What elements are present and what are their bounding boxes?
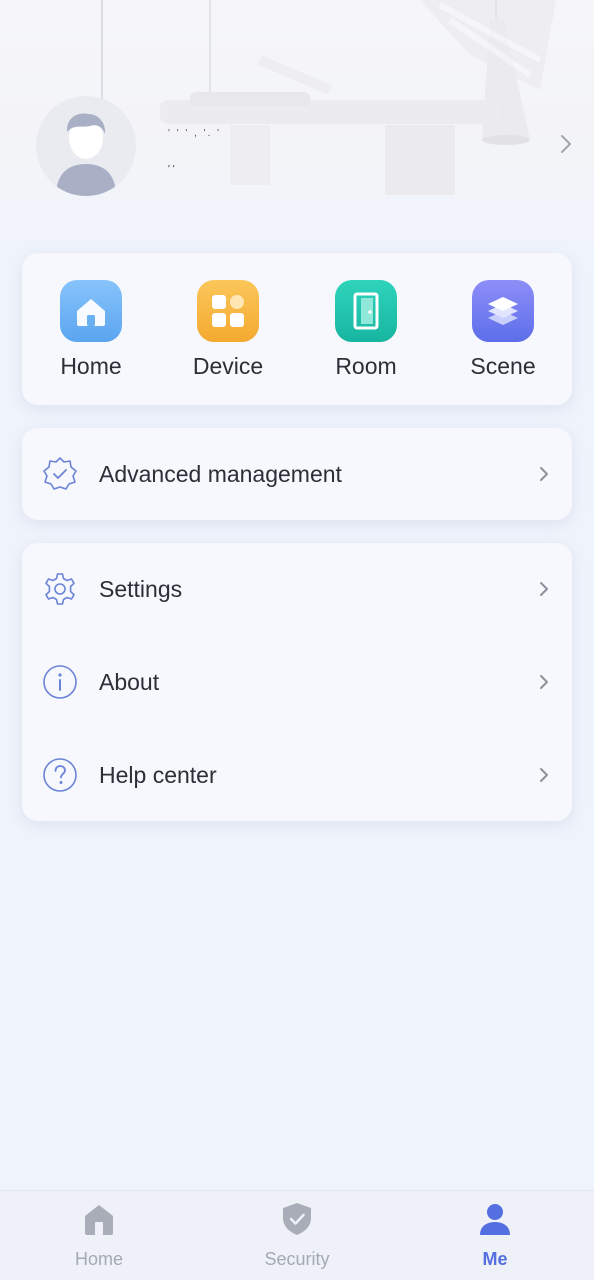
question-icon [43, 758, 77, 792]
verified-badge-icon [43, 457, 77, 490]
tab-label: Me [482, 1249, 508, 1269]
quick-action-room[interactable]: Room [306, 253, 426, 405]
settings-menu-card: Settings About Help center [22, 543, 572, 821]
chevron-right-icon [540, 675, 548, 689]
house-icon [60, 280, 122, 342]
tab-home[interactable]: Home [0, 1191, 198, 1280]
profile-header[interactable]: ' ' ' , '. ' ' ' [0, 90, 594, 200]
quick-action-home[interactable]: Home [31, 253, 151, 405]
layers-icon [472, 280, 534, 342]
door-icon [335, 280, 397, 342]
menu-item-label: About [99, 669, 160, 695]
tab-me[interactable]: Me [396, 1191, 594, 1280]
quick-action-scene[interactable]: Scene [443, 253, 563, 405]
chevron-right-icon [540, 768, 548, 782]
advanced-management-card: Advanced management [22, 428, 572, 520]
tab-label: Home [74, 1249, 123, 1269]
home-tab-icon [85, 1205, 113, 1235]
default-avatar-icon [56, 113, 116, 196]
chevron-right-icon [540, 582, 548, 596]
tab-security[interactable]: Security [198, 1191, 396, 1280]
menu-item-label: Advanced management [99, 461, 342, 487]
chevron-right-icon [561, 135, 571, 153]
profile-name: ' ' ' , '. ' [168, 128, 221, 139]
quick-action-label: Scene [470, 353, 536, 379]
me-page: ' ' ' , '. ' ' ' Home Device Room Scene … [0, 0, 594, 1280]
menu-item-label: Settings [99, 576, 183, 602]
menu-item-settings[interactable]: Settings [22, 543, 572, 635]
gear-icon [45, 573, 75, 605]
person-icon [480, 1204, 510, 1235]
shield-check-icon [283, 1203, 311, 1235]
quick-action-label: Device [192, 353, 264, 379]
profile-subtitle: ' ' [168, 164, 175, 175]
quick-actions-card: Home Device Room Scene [22, 253, 572, 405]
chevron-right-icon [540, 467, 548, 481]
menu-item-help-center[interactable]: Help center [22, 729, 572, 821]
quick-action-device[interactable]: Device [168, 253, 288, 405]
tab-label: Security [264, 1249, 330, 1269]
info-icon [43, 665, 77, 699]
avatar[interactable] [36, 96, 136, 196]
menu-item-advanced-management[interactable]: Advanced management [22, 428, 572, 520]
grid-icon [197, 280, 259, 342]
menu-item-label: Help center [99, 762, 217, 788]
quick-action-label: Home [60, 353, 122, 379]
bottom-tab-bar: Home Security Me [0, 1190, 594, 1280]
menu-item-about[interactable]: About [22, 636, 572, 728]
quick-action-label: Room [335, 353, 397, 379]
